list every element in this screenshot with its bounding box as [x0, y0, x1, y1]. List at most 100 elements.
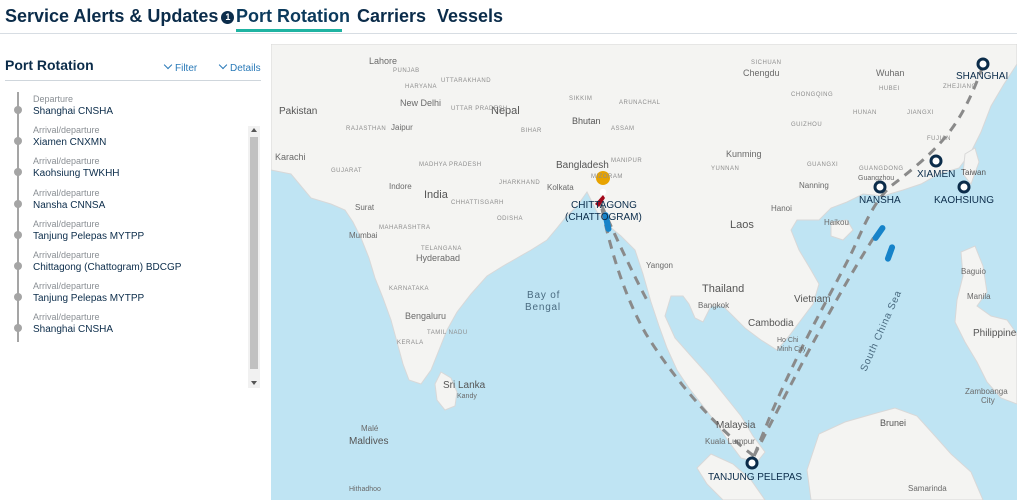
country-label: Cambodia [748, 318, 794, 329]
scroll-up-arrow-icon[interactable] [251, 128, 257, 132]
top-tabs: Service Alerts & Updates 1 Port Rotation … [0, 0, 1017, 34]
taiwan-island [962, 147, 980, 186]
port-label: (CHATTOGRAM) [565, 212, 642, 223]
city-label: Ho Chi [777, 337, 799, 344]
region-label: MIZORAM [591, 174, 623, 180]
route-map[interactable]: Pakistan Nepal Bhutan Bangladesh India L… [271, 44, 1017, 500]
stop-port: Kaohsiung TWKHH [33, 168, 120, 179]
panel-scrollbar[interactable] [248, 126, 260, 388]
timeline-dot [14, 200, 22, 208]
tabs-divider [0, 33, 1017, 34]
country-label: Vietnam [794, 294, 831, 305]
region-label: GUJARAT [331, 168, 362, 174]
sea-label: Bay of [527, 290, 560, 301]
region-label: YUNNAN [711, 166, 739, 172]
city-label: Chengdu [743, 68, 780, 78]
stop-type: Arrival/departure [33, 312, 100, 322]
city-label: Guangzhou [858, 175, 894, 182]
region-label: MADHYA PRADESH [419, 162, 482, 168]
filter-label: Filter [175, 63, 198, 74]
region-label: MANIPUR [611, 158, 642, 164]
region-label: ASSAM [611, 126, 635, 132]
vessel-icon [872, 225, 886, 241]
city-label: Jaipur [391, 123, 413, 132]
region-label: HARYANA [405, 84, 437, 90]
country-label: Bangladesh [556, 160, 609, 171]
rotation-stop[interactable]: Arrival/departure Kaohsiung TWKHH [0, 154, 248, 186]
city-label: Bangkok [698, 301, 730, 310]
stop-port: Shanghai CNSHA [33, 106, 114, 117]
country-label: Taiwan [961, 168, 986, 177]
mainland-asia [271, 44, 1017, 463]
sri-lanka-island [434, 371, 458, 411]
region-label: SICHUAN [751, 60, 782, 66]
timeline-dot [14, 262, 22, 270]
sea-label: South China Sea [859, 289, 905, 374]
city-label: Indore [389, 182, 412, 191]
rotation-stop[interactable]: Departure Shanghai CNSHA [0, 92, 248, 124]
region-label: MAHARASHTRA [379, 225, 431, 231]
rotation-stop[interactable]: Arrival/departure Tanjung Pelepas MYTPP [0, 217, 248, 249]
city-label: Kolkata [547, 183, 574, 192]
rotation-stop[interactable]: Arrival/departure Xiamen CNXMN [0, 123, 248, 155]
city-label: Kuala Lumpur [705, 437, 755, 446]
region-label: CHHATTISGARH [451, 200, 504, 206]
region-label: ODISHA [497, 216, 523, 222]
stop-type: Departure [33, 94, 74, 104]
location-pin-center [599, 188, 607, 196]
port-label: NANSHA [859, 195, 901, 206]
stop-type: Arrival/departure [33, 156, 100, 166]
timeline-dot [14, 324, 22, 332]
city-label: Baguio [961, 267, 986, 276]
rotation-stop[interactable]: Arrival/departure Chittagong (Chattogram… [0, 248, 248, 280]
rotation-stop[interactable]: Arrival/departure Tanjung Pelepas MYTPP [0, 279, 248, 311]
region-label: JHARKHAND [499, 180, 540, 186]
scrollbar-thumb[interactable] [250, 137, 258, 369]
city-label: City [981, 396, 995, 405]
city-label: Wuhan [876, 68, 904, 78]
tab-vessels[interactable]: Vessels [437, 6, 503, 27]
country-label: Bhutan [572, 116, 601, 126]
stop-port: Nansha CNNSA [33, 200, 106, 211]
rotation-stop[interactable]: Arrival/departure Shanghai CNSHA [0, 310, 248, 342]
city-label: Manila [967, 292, 991, 301]
city-label: Samarinda [908, 484, 947, 493]
sea-label: Bengal [525, 302, 561, 313]
details-button[interactable]: Details [218, 60, 261, 74]
scroll-down-arrow-icon[interactable] [251, 381, 257, 385]
region-label: PUNJAB [393, 68, 420, 74]
port-rotation-panel: Port Rotation Filter Details Departure S… [0, 44, 271, 500]
region-label: TELANGANA [421, 246, 462, 252]
port-label: XIAMEN [917, 169, 955, 180]
chevron-down-icon [163, 60, 173, 70]
country-label: Laos [730, 219, 754, 231]
port-label: CHITTAGONG [571, 200, 637, 211]
region-label: UTTARAKHAND [441, 78, 491, 84]
rotation-timeline: Departure Shanghai CNSHA Arrival/departu… [0, 92, 248, 342]
region-label: HUNAN [853, 110, 877, 116]
active-tab-indicator [236, 29, 342, 32]
map-canvas: Pakistan Nepal Bhutan Bangladesh India L… [271, 44, 1017, 500]
stop-type: Arrival/departure [33, 125, 100, 135]
port-pin-icon [745, 456, 759, 470]
region-label: KERALA [397, 340, 424, 346]
tab-port-rotation[interactable]: Port Rotation [236, 6, 350, 27]
city-label: Lahore [369, 56, 397, 66]
city-label: Kunming [726, 149, 762, 159]
port-pin-icon [929, 154, 943, 168]
filter-button[interactable]: Filter [163, 60, 198, 74]
tab-service-alerts[interactable]: Service Alerts & Updates 1 [5, 6, 235, 27]
region-label: CHONGQING [791, 92, 833, 98]
port-pin-icon [873, 180, 887, 194]
region-label: UTTAR PRADESH [451, 106, 508, 112]
tab-carriers[interactable]: Carriers [357, 6, 426, 27]
timeline-dot [14, 106, 22, 114]
city-label: Bengaluru [405, 311, 446, 321]
stop-type: Arrival/departure [33, 219, 100, 229]
stop-port: Tanjung Pelepas MYTPP [33, 293, 145, 304]
country-label: Sri Lanka [443, 380, 486, 391]
rotation-stop[interactable]: Arrival/departure Nansha CNNSA [0, 186, 248, 218]
city-label: Hanoi [771, 204, 792, 213]
chevron-down-icon [218, 60, 228, 70]
region-label: SIKKIM [569, 96, 592, 102]
